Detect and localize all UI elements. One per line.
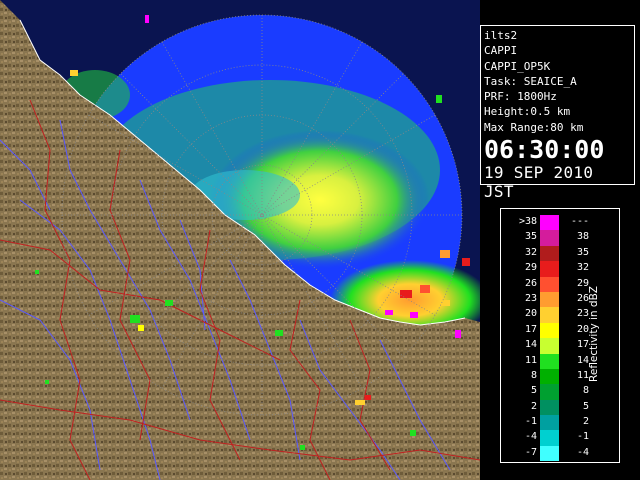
legend-color-swatch <box>540 276 559 292</box>
legend-unit-label: Reflectivity in dBZ <box>588 286 600 382</box>
legend-low-value: 23 <box>524 292 537 304</box>
legend-row: 23 26 <box>511 291 597 308</box>
legend-low-value: 17 <box>524 323 537 335</box>
legend-high-value: 29 <box>576 277 589 289</box>
legend-high-value: -1 <box>576 431 589 443</box>
legend-high-value: 23 <box>576 308 589 320</box>
legend-rows: >38 --- 35 38 32 35 29 32 26 29 23 26 20 23 17 20 14 17 11… <box>511 215 597 462</box>
legend-low-value: 26 <box>524 277 537 289</box>
radar-map <box>0 0 480 480</box>
legend-row: 32 35 <box>511 245 597 262</box>
legend-row: >38 --- <box>511 215 597 231</box>
legend-row: -4 -1 <box>511 430 597 446</box>
legend-row: 20 23 <box>511 307 597 323</box>
legend-high-value: 35 <box>576 246 589 258</box>
legend-low-value: 8 <box>530 369 537 381</box>
product-type: CAPPI <box>484 44 518 58</box>
max-range-line: Max Range:80 km <box>484 120 584 134</box>
observation-time: 06:30:00 <box>484 135 605 165</box>
legend-color-swatch <box>540 230 559 246</box>
legend-color-swatch <box>540 307 559 323</box>
legend-low-value: -1 <box>524 416 537 428</box>
legend-row: -7 -4 <box>511 445 597 462</box>
legend-color-swatch <box>540 430 559 446</box>
legend-row: 35 38 <box>511 230 597 246</box>
legend-low-value: >38 <box>518 216 537 227</box>
legend-row: 17 20 <box>511 322 597 339</box>
legend-color-swatch <box>540 415 559 431</box>
legend-color-swatch <box>540 322 559 339</box>
height-line: Height:0.5 km <box>484 105 571 119</box>
legend-row: 29 32 <box>511 261 597 277</box>
legend-row: 26 29 <box>511 276 597 292</box>
legend-high-value: --- <box>570 216 589 227</box>
legend-color-swatch <box>540 399 559 416</box>
legend-high-value: 14 <box>576 354 589 366</box>
legend-low-value: 14 <box>524 339 537 351</box>
product-name: CAPPI_OP5K <box>484 59 551 73</box>
legend-row: 25 <box>511 399 597 416</box>
legend-color-swatch <box>540 261 559 277</box>
legend-high-value: 2 <box>582 416 589 428</box>
legend-row: 58 <box>511 384 597 400</box>
legend-high-value: 17 <box>576 339 589 351</box>
legend-color-swatch <box>540 353 559 369</box>
legend-color-swatch <box>540 245 559 262</box>
legend-low-value: -7 <box>524 446 537 458</box>
legend-low-value: 11 <box>524 354 537 366</box>
legend-low-value: 5 <box>530 385 537 397</box>
legend-high-value: -4 <box>576 446 589 458</box>
legend-low-value: 29 <box>524 262 537 274</box>
legend-color-swatch <box>540 291 559 308</box>
legend-color-swatch <box>540 384 559 400</box>
legend-high-value: 20 <box>576 323 589 335</box>
legend-high-value: 8 <box>582 385 589 397</box>
legend-row: 14 17 <box>511 338 597 354</box>
prf-line: PRF: 1800Hz <box>484 90 557 104</box>
legend-high-value: 38 <box>576 231 589 243</box>
observation-date: 19 SEP 2010 JST <box>484 163 594 202</box>
legend-low-value: 20 <box>524 308 537 320</box>
legend-low-value: 32 <box>524 246 537 258</box>
legend-row: 8 11 <box>511 368 597 385</box>
legend-high-value: 26 <box>576 292 589 304</box>
station-name: ilts2 <box>484 29 518 42</box>
legend-color-swatch <box>540 445 559 462</box>
legend-color-swatch <box>540 338 559 354</box>
task-line: Task: SEAICE_A <box>484 74 577 88</box>
legend-high-value: 32 <box>576 262 589 274</box>
legend-high-value: 5 <box>582 400 589 412</box>
legend-row: -1 2 <box>511 415 597 431</box>
legend-color-swatch <box>540 215 559 231</box>
reflectivity-legend: >38 --- 35 38 32 35 29 32 26 29 23 26 20 23 17 20 14 17 11… <box>500 208 620 463</box>
legend-color-swatch <box>540 368 559 385</box>
radar-map-svg <box>0 0 480 480</box>
legend-low-value: 35 <box>524 231 537 243</box>
legend-high-value: 11 <box>576 369 589 381</box>
legend-low-value: -4 <box>524 431 537 443</box>
legend-low-value: 2 <box>530 400 537 412</box>
radar-info-panel: ilts2 CAPPI CAPPI_OP5K Task: SEAICE_A PR… <box>480 25 635 201</box>
legend-row: 11 14 <box>511 353 597 369</box>
